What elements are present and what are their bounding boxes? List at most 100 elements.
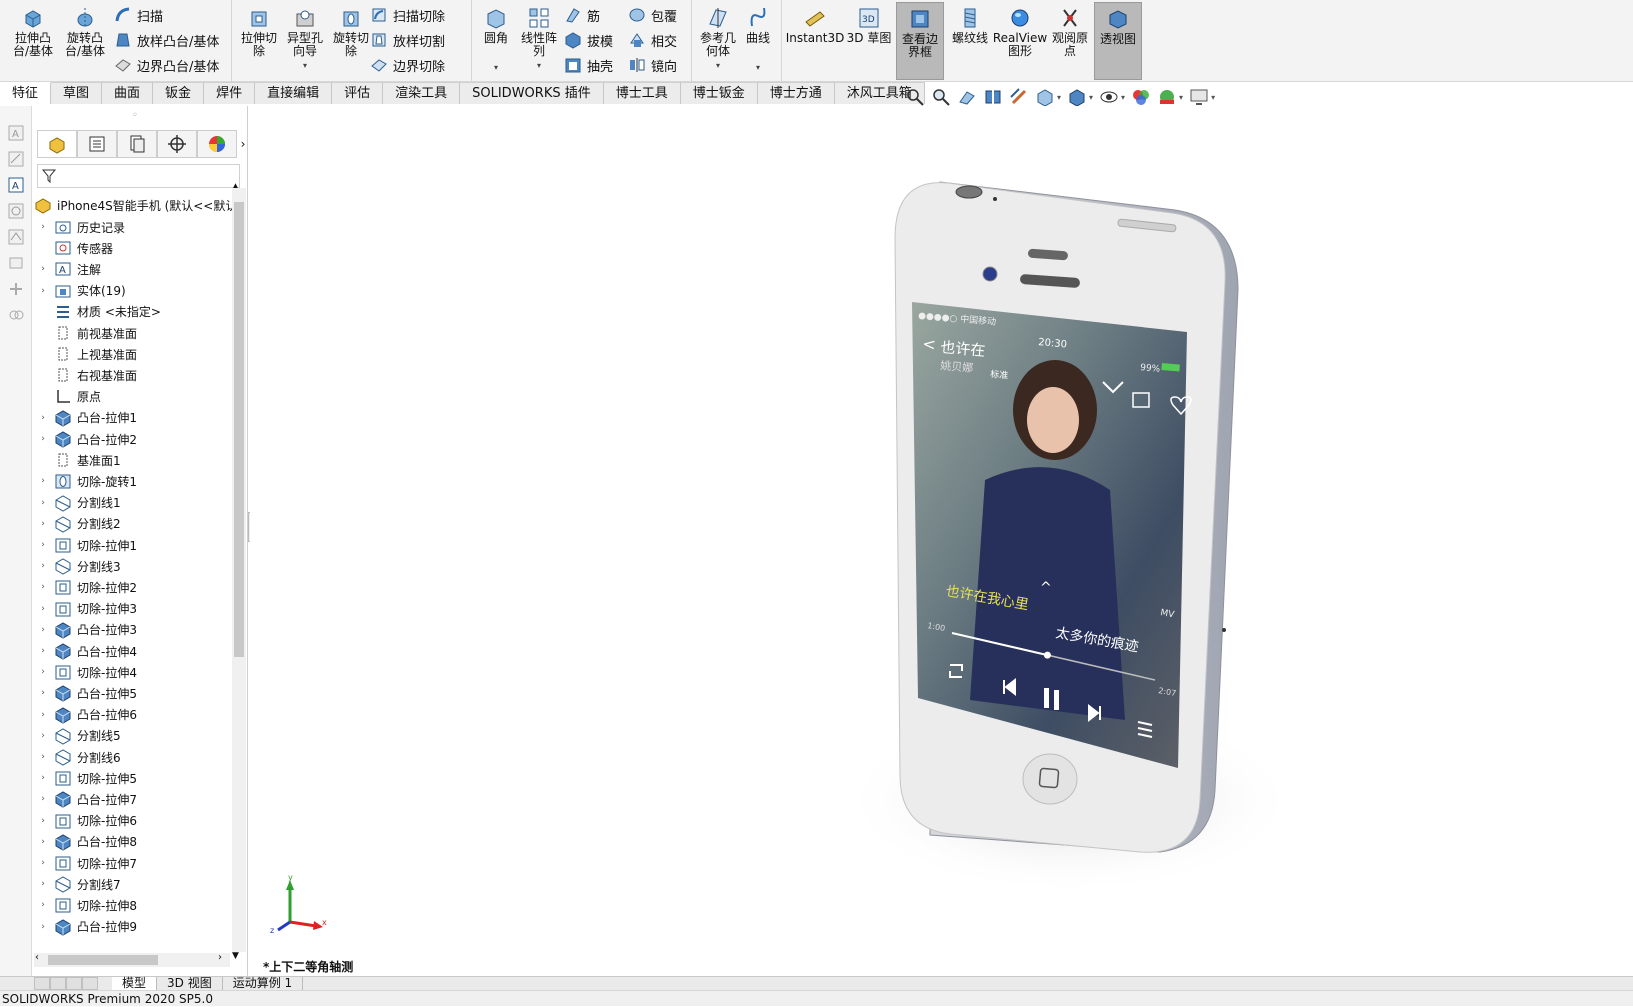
expand-arrow-icon[interactable]: › bbox=[36, 604, 50, 614]
shell-button[interactable]: 抽壳 bbox=[564, 54, 613, 76]
expand-arrow-icon[interactable]: › bbox=[36, 773, 50, 783]
tree-node[interactable]: › 历史记录 bbox=[32, 216, 125, 238]
extrude-cut-button[interactable]: 拉伸切 除 bbox=[236, 6, 282, 58]
model-viewport[interactable]: ●●●●○ 中国移动 20:30 99% < 也许在 姚贝娜 标准 也许在我心里… bbox=[250, 106, 1633, 976]
tab-dimxpert-manager[interactable] bbox=[157, 130, 197, 158]
3d-sketch-button[interactable]: 3D 3D 草图 bbox=[846, 6, 892, 45]
thread-button[interactable]: 螺纹线 bbox=[948, 6, 992, 45]
expand-arrow-icon[interactable]: › bbox=[36, 476, 50, 486]
expand-arrow-icon[interactable]: › bbox=[36, 498, 50, 508]
previous-view-icon[interactable] bbox=[957, 87, 977, 107]
realview-button[interactable]: RealView 图形 bbox=[993, 6, 1047, 58]
tree-node[interactable]: › 凸台-拉伸1 bbox=[32, 407, 137, 429]
tree-node[interactable]: › 切除-拉伸8 bbox=[32, 894, 137, 916]
boundary-cut-button[interactable]: 边界切除 bbox=[370, 54, 445, 76]
mirror-button[interactable]: 镜向 bbox=[628, 54, 677, 76]
chevron-down-icon[interactable]: ▾ bbox=[303, 59, 307, 72]
reference-geometry-button[interactable]: 参考几 何体 ▾ bbox=[696, 6, 740, 72]
tab-weldments[interactable]: 焊件 bbox=[204, 82, 256, 104]
chevron-down-icon[interactable]: ▾ bbox=[1089, 93, 1093, 102]
chevron-down-icon[interactable]: ▾ bbox=[716, 59, 720, 72]
tree-node[interactable]: › 切除-拉伸6 bbox=[32, 810, 137, 832]
linear-pattern-button[interactable]: 线性阵 列 ▾ bbox=[516, 6, 562, 72]
chevron-down-icon[interactable]: ▾ bbox=[756, 61, 760, 74]
revolve-boss-button[interactable]: 旋转凸 台/基体 bbox=[60, 6, 110, 58]
chevron-down-icon[interactable]: ▾ bbox=[1121, 93, 1125, 102]
draft-button[interactable]: 拔模 bbox=[564, 29, 613, 51]
dynamic-annotation-icon[interactable] bbox=[1009, 87, 1029, 107]
tree-node[interactable]: › 切除-拉伸2 bbox=[32, 576, 137, 598]
datum-feature-icon[interactable] bbox=[7, 254, 25, 272]
tab-solidworks-addins[interactable]: SOLIDWORKS 插件 bbox=[460, 82, 604, 104]
apply-scene-icon[interactable] bbox=[1157, 87, 1177, 107]
intersect-button[interactable]: 相交 bbox=[628, 29, 677, 51]
zoom-to-area-icon[interactable] bbox=[931, 87, 951, 107]
tree-node[interactable]: › 凸台-拉伸9 bbox=[32, 916, 137, 938]
tab-model[interactable]: 模型 bbox=[112, 977, 158, 991]
tree-vertical-scrollbar[interactable] bbox=[232, 188, 246, 952]
chevron-down-icon[interactable]: ▾ bbox=[1057, 93, 1061, 102]
scroll-right-arrow-icon[interactable]: › bbox=[218, 952, 222, 963]
view-settings-icon[interactable] bbox=[1189, 87, 1209, 107]
tab-3d-views[interactable]: 3D 视图 bbox=[157, 977, 223, 991]
tab-features[interactable]: 特征 bbox=[0, 82, 52, 104]
tab-direct-editing[interactable]: 直接编辑 bbox=[255, 82, 333, 104]
hole-wizard-button[interactable]: 异型孔 向导 ▾ bbox=[282, 6, 328, 72]
chevron-down-icon[interactable]: ▾ bbox=[1211, 93, 1215, 102]
bounding-box-button[interactable]: 查看边 界框 bbox=[896, 2, 944, 80]
tree-node[interactable]: 前视基准面 bbox=[32, 322, 137, 344]
prev-tab-arrow-icon[interactable] bbox=[50, 977, 66, 990]
expand-arrow-icon[interactable]: › bbox=[36, 858, 50, 868]
tab-boshi-tools[interactable]: 博士工具 bbox=[603, 82, 681, 104]
tree-node[interactable]: › 切除-拉伸3 bbox=[32, 598, 137, 620]
tab-evaluate[interactable]: 评估 bbox=[332, 82, 384, 104]
tree-node[interactable]: › 分割线1 bbox=[32, 492, 121, 514]
expand-arrow-icon[interactable]: › bbox=[36, 519, 50, 529]
instant3d-button[interactable]: Instant3D bbox=[786, 6, 844, 45]
tree-horizontal-scrollbar[interactable]: ‹ › bbox=[34, 952, 230, 967]
tab-render-tools[interactable]: 渲染工具 bbox=[383, 82, 461, 104]
boundary-boss-button[interactable]: 边界凸台/基体 bbox=[114, 54, 219, 76]
expand-arrow-icon[interactable]: › bbox=[36, 286, 50, 296]
tree-node[interactable]: 上视基准面 bbox=[32, 343, 137, 365]
tree-node[interactable]: 传感器 bbox=[32, 237, 113, 259]
tab-feature-manager[interactable] bbox=[37, 130, 77, 158]
expand-arrow-icon[interactable]: › bbox=[36, 625, 50, 635]
expand-arrow-icon[interactable]: › bbox=[36, 561, 50, 571]
tab-property-manager[interactable] bbox=[77, 130, 117, 158]
sweep-button[interactable]: 扫描 bbox=[114, 4, 163, 26]
tab-motion-study[interactable]: 运动算例 1 bbox=[223, 977, 304, 991]
expand-arrow-icon[interactable]: › bbox=[36, 688, 50, 698]
tab-boshi-sheetmetal[interactable]: 博士钣金 bbox=[680, 82, 758, 104]
tree-filter-box[interactable] bbox=[37, 164, 240, 188]
zoom-to-fit-icon[interactable] bbox=[905, 87, 925, 107]
tree-node[interactable]: › 分割线2 bbox=[32, 513, 121, 535]
expand-arrow-icon[interactable]: › bbox=[36, 752, 50, 762]
loft-boss-button[interactable]: 放样凸台/基体 bbox=[114, 29, 219, 51]
extrude-boss-button[interactable]: 拉伸凸 台/基体 bbox=[8, 6, 58, 58]
scroll-down-arrow-icon[interactable]: ▼ bbox=[232, 951, 239, 961]
weld-symbol-icon[interactable] bbox=[7, 280, 25, 298]
surface-finish-icon[interactable] bbox=[7, 228, 25, 246]
tab-configuration-manager[interactable] bbox=[117, 130, 157, 158]
graphics-area[interactable]: ●●●●○ 中国移动 20:30 99% < 也许在 姚贝娜 标准 也许在我心里… bbox=[250, 106, 1633, 976]
section-view-icon[interactable] bbox=[983, 87, 1003, 107]
expand-arrow-icon[interactable]: › bbox=[36, 582, 50, 592]
chevron-right-icon[interactable]: › bbox=[237, 130, 249, 158]
tab-sheet-metal[interactable]: 钣金 bbox=[153, 82, 205, 104]
expand-arrow-icon[interactable]: › bbox=[36, 900, 50, 910]
tree-node[interactable]: › 切除-旋转1 bbox=[32, 470, 137, 492]
expand-arrow-icon[interactable]: › bbox=[36, 646, 50, 656]
tree-node[interactable]: › 分割线7 bbox=[32, 873, 121, 895]
expand-arrow-icon[interactable]: › bbox=[36, 264, 50, 274]
hole-callout-icon[interactable] bbox=[7, 306, 25, 324]
note-icon[interactable] bbox=[7, 150, 25, 168]
panel-grip-icon[interactable]: ◦ bbox=[132, 110, 138, 121]
expand-arrow-icon[interactable]: › bbox=[36, 922, 50, 932]
expand-arrow-icon[interactable]: › bbox=[36, 816, 50, 826]
scroll-left-arrow-icon[interactable]: ‹ bbox=[35, 952, 39, 963]
view-origins-button[interactable]: 观阅原 点 bbox=[1048, 6, 1092, 58]
hide-show-items-icon[interactable] bbox=[1099, 87, 1119, 107]
balloon-icon[interactable] bbox=[7, 202, 25, 220]
expand-arrow-icon[interactable]: › bbox=[36, 222, 50, 232]
